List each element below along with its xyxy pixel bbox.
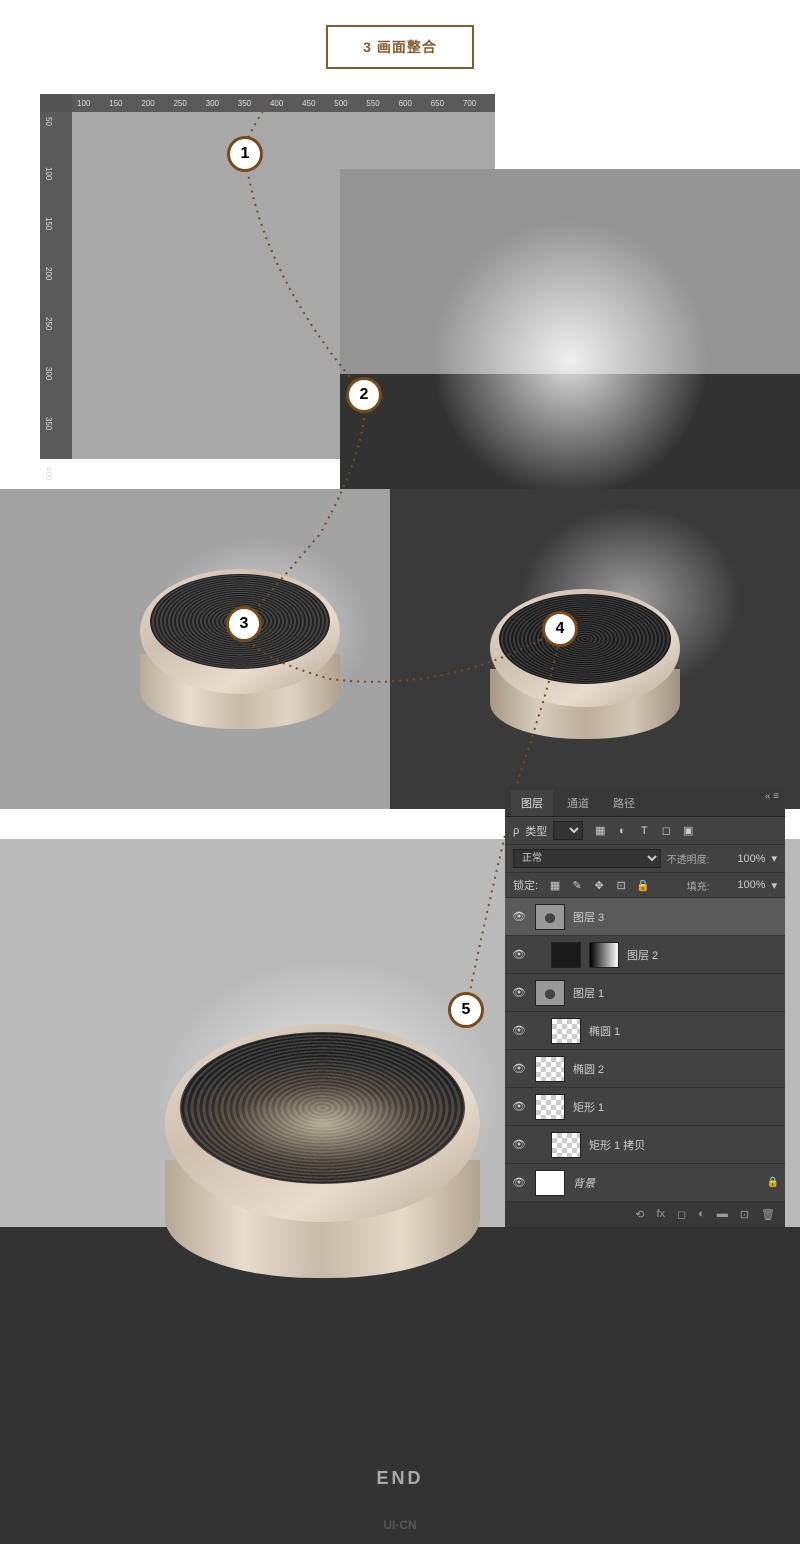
ruler-vertical: 50100150200250300350400450 <box>40 112 72 459</box>
tutorial-canvas: 100150200250300350400450500550600650700 … <box>0 94 800 1544</box>
layer-name: 矩形 1 <box>573 1099 779 1115</box>
filter-type-dropdown[interactable] <box>553 821 583 840</box>
visibility-icon[interactable]: 👁 <box>511 1062 527 1075</box>
group-layers-icon[interactable]: ▬ <box>717 1208 728 1221</box>
new-layer-icon[interactable]: ⊡ <box>740 1208 749 1221</box>
lock-all-icon[interactable]: 🔒 <box>636 878 650 892</box>
filter-smart-icon[interactable]: ▣ <box>681 824 695 838</box>
link-layers-icon[interactable]: ⟲ <box>635 1208 644 1221</box>
fill-value[interactable]: 100% <box>715 879 765 891</box>
layer-name: 椭圆 1 <box>589 1023 779 1039</box>
speaker-render-final <box>165 1024 480 1284</box>
visibility-icon[interactable]: 👁 <box>511 1138 527 1151</box>
filter-shape-icon[interactable]: ◻ <box>659 824 673 838</box>
blend-mode-dropdown[interactable]: 正常 <box>513 849 661 868</box>
fill-label: 填充: <box>687 878 710 893</box>
filter-label: 类型 <box>525 823 547 839</box>
dropdown-icon[interactable]: ▾ <box>771 879 777 892</box>
visibility-icon[interactable]: 👁 <box>511 1024 527 1037</box>
step-badge-5: 5 <box>448 992 484 1028</box>
layer-thumbnail <box>535 980 565 1006</box>
section-header: 3 画面整合 <box>0 0 800 94</box>
layer-row[interactable]: 👁 图层 1 <box>505 974 785 1012</box>
panel-menu-icon[interactable]: « ≡ <box>765 791 779 802</box>
lock-artboard-icon[interactable]: ⊡ <box>614 878 628 892</box>
layer-name: 背景 <box>573 1175 759 1191</box>
panel-footer: ⟲ fx ◻ ◐ ▬ ⊡ 🗑 <box>505 1202 785 1227</box>
lock-transparency-icon[interactable]: ▦ <box>548 878 562 892</box>
layer-row[interactable]: 👁 图层 2 <box>505 936 785 974</box>
ruler-horizontal: 100150200250300350400450500550600650700 <box>72 94 495 112</box>
end-label: END <box>0 1468 800 1489</box>
layer-name: 矩形 1 拷贝 <box>589 1137 779 1153</box>
lock-position-icon[interactable]: ✥ <box>592 878 606 892</box>
lock-icon: 🔒 <box>767 1177 779 1188</box>
step-badge-1: 1 <box>227 136 263 172</box>
layer-thumbnail <box>551 1018 581 1044</box>
lock-label: 锁定: <box>513 877 538 893</box>
layer-mask-icon[interactable]: ◻ <box>677 1208 686 1221</box>
layer-thumbnail <box>535 1094 565 1120</box>
dropdown-icon[interactable]: ▾ <box>771 852 777 865</box>
layer-name: 图层 1 <box>573 985 779 1001</box>
tab-layers[interactable]: 图层 <box>511 790 553 816</box>
visibility-icon[interactable]: 👁 <box>511 1100 527 1113</box>
layer-name: 图层 2 <box>627 947 779 963</box>
layer-row[interactable]: 👁 矩形 1 <box>505 1088 785 1126</box>
layer-row[interactable]: 👁 背景 🔒 <box>505 1164 785 1202</box>
layer-row[interactable]: 👁 图层 3 <box>505 898 785 936</box>
layer-fx-icon[interactable]: fx <box>656 1208 665 1221</box>
layer-name: 图层 3 <box>573 909 779 925</box>
speaker-render-3 <box>140 569 340 729</box>
layer-name: 椭圆 2 <box>573 1061 779 1077</box>
layers-panel: « ≡ 图层 通道 路径 ρ 类型 ▦ ◐ T ◻ ▣ 正常 不透明度: 100… <box>505 786 785 1227</box>
search-icon: ρ <box>513 825 519 837</box>
step-title: 画面整合 <box>377 39 437 55</box>
step-badge-2: 2 <box>346 377 382 413</box>
layer-thumbnail <box>535 1170 565 1196</box>
layer-row[interactable]: 👁 椭圆 1 <box>505 1012 785 1050</box>
delete-layer-icon[interactable]: 🗑 <box>761 1208 775 1221</box>
layer-mask-thumbnail <box>589 942 619 968</box>
tab-paths[interactable]: 路径 <box>603 790 645 816</box>
step-panel-2 <box>340 169 800 489</box>
filter-type-icon[interactable]: T <box>637 824 651 838</box>
layer-thumbnail <box>535 1056 565 1082</box>
layer-thumbnail <box>551 942 581 968</box>
layer-thumbnail <box>535 904 565 930</box>
layer-row[interactable]: 👁 矩形 1 拷贝 <box>505 1126 785 1164</box>
visibility-icon[interactable]: 👁 <box>511 1176 527 1189</box>
visibility-icon[interactable]: 👁 <box>511 910 527 923</box>
filter-pixel-icon[interactable]: ▦ <box>593 824 607 838</box>
speaker-render-4 <box>490 589 680 739</box>
step-badge-4: 4 <box>542 611 578 647</box>
opacity-value[interactable]: 100% <box>715 853 765 865</box>
layer-row[interactable]: 👁 椭圆 2 <box>505 1050 785 1088</box>
visibility-icon[interactable]: 👁 <box>511 948 527 961</box>
visibility-icon[interactable]: 👁 <box>511 986 527 999</box>
lock-paint-icon[interactable]: ✎ <box>570 878 584 892</box>
adjustment-layer-icon[interactable]: ◐ <box>698 1208 705 1221</box>
tab-channels[interactable]: 通道 <box>557 790 599 816</box>
step-badge-3: 3 <box>226 606 262 642</box>
watermark: UI·CN <box>0 1518 800 1532</box>
filter-adjust-icon[interactable]: ◐ <box>615 824 629 838</box>
step-number: 3 <box>363 39 372 55</box>
layer-thumbnail <box>551 1132 581 1158</box>
opacity-label: 不透明度: <box>667 851 710 866</box>
light-glow <box>420 209 720 489</box>
